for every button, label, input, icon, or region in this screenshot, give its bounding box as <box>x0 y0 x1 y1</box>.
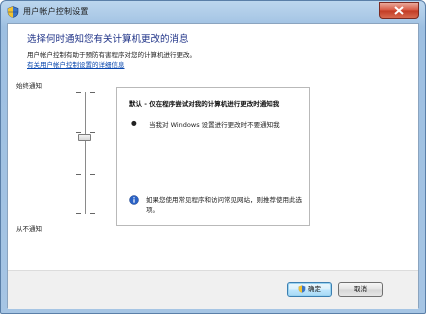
close-icon <box>394 6 404 15</box>
info-icon <box>129 195 139 205</box>
ok-button-label: 确定 <box>308 285 321 293</box>
setting-description-panel: 默认 - 仅在程序尝试对我的计算机进行更改时通知我 ● 当我对 Windows … <box>116 87 310 226</box>
setting-title: 默认 - 仅在程序尝试对我的计算机进行更改时通知我 <box>129 100 280 108</box>
button-bar: 确定 取消 <box>8 270 418 309</box>
uac-shield-icon <box>7 6 19 18</box>
recommendation-note: 如果您使用常见程序和访问常见网站，则推荐使用此选项。 <box>146 196 302 214</box>
uac-settings-window: 用户帐户控制设置 选择何时通知您有关计算机更改的消息 用户帐户控制有助于预防有害… <box>0 0 426 314</box>
ok-button[interactable]: 确定 <box>287 282 332 297</box>
setting-bullet: 当我对 Windows 设置进行更改时不要通知我 <box>149 121 280 129</box>
window-title: 用户帐户控制设置 <box>23 7 89 16</box>
slider-tick <box>90 132 95 133</box>
title-bar[interactable]: 用户帐户控制设置 <box>1 1 425 23</box>
bullet-icon: ● <box>131 119 137 127</box>
close-button[interactable] <box>379 2 419 19</box>
page-title: 选择何时通知您有关计算机更改的消息 <box>27 34 189 45</box>
slider-track[interactable] <box>85 92 86 214</box>
slider-tick <box>76 92 81 93</box>
slider-tick <box>90 92 95 93</box>
slider-bottom-label: 从不通知 <box>16 225 42 233</box>
slider-tick <box>90 174 95 175</box>
description-text: 用户帐户控制有助于预防有害程序对您的计算机进行更改。 <box>27 51 196 59</box>
cancel-button[interactable]: 取消 <box>338 282 383 297</box>
slider-tick <box>76 174 81 175</box>
slider-tick <box>90 213 95 214</box>
help-link[interactable]: 有关用户帐户控制设置的详细信息 <box>27 59 125 69</box>
dialog-content: 选择何时通知您有关计算机更改的消息 用户帐户控制有助于预防有害程序对您的计算机进… <box>7 23 419 309</box>
slider-thumb[interactable] <box>78 134 91 141</box>
slider-tick <box>76 132 81 133</box>
slider-tick <box>76 213 81 214</box>
slider-top-label: 始终通知 <box>16 82 42 90</box>
uac-shield-icon <box>298 285 306 293</box>
